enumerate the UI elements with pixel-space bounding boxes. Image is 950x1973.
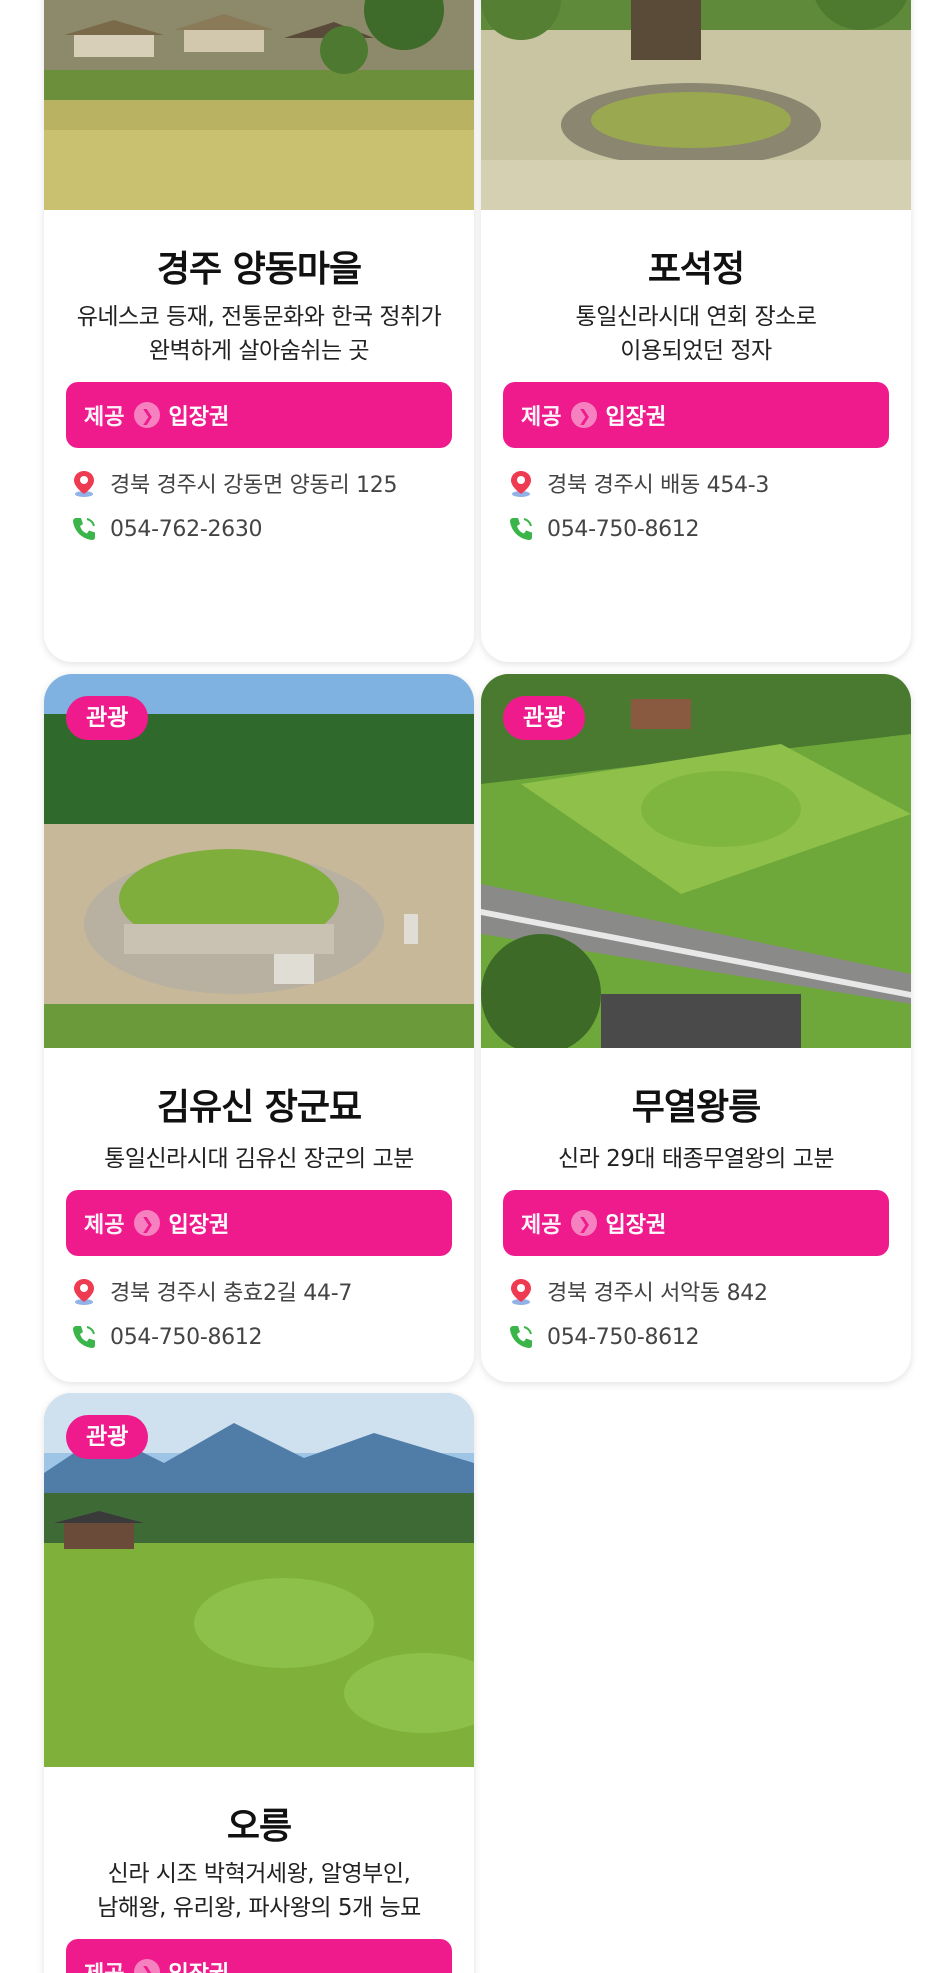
- benefit-label: 입장권: [168, 1956, 229, 1973]
- description-line: 통일신라시대 연회 장소로: [575, 304, 817, 330]
- benefit-label: 입장권: [605, 405, 667, 430]
- attraction-photo: 관광: [44, 674, 474, 1048]
- contact-info: 경북 경주시 배동 454-3 054-750-8612: [503, 460, 889, 552]
- provide-label: 제공: [84, 1956, 124, 1973]
- address-text: 경북 경주시 충효2길 44-7: [110, 1281, 353, 1306]
- attraction-title: 김유신 장군묘: [156, 1087, 362, 1128]
- chevron-right-icon: ❯: [134, 402, 161, 428]
- benefit-button[interactable]: 제공 ❯ 입장권: [66, 382, 452, 448]
- benefit-button[interactable]: 제공 ❯ 입장권: [66, 1939, 452, 1973]
- benefit-label: 입장권: [605, 1213, 667, 1238]
- attraction-description: 유네스코 등재, 전통문화와 한국 정취가 완벽하게 살아숨쉬는 곳: [66, 300, 452, 368]
- attraction-photo: [481, 0, 911, 210]
- attraction-card[interactable]: 포석정 통일신라시대 연회 장소로 이용되었던 정자 제공 ❯ 입장권 경북 경…: [481, 0, 911, 662]
- description-line: 완벽하게 살아숨쉬는 곳: [148, 338, 370, 364]
- attraction-photo: [44, 0, 474, 210]
- attraction-description: 통일신라시대 김유신 장군의 고분: [66, 1142, 452, 1176]
- attraction-card[interactable]: 관광 김유신 장군묘 통일신라시대 김유신 장군의 고분 제공 ❯ 입장권 경북…: [44, 674, 474, 1382]
- contact-info: 경북 경주시 충효2길 44-7 054-750-8612: [66, 1268, 452, 1360]
- chevron-right-icon: ❯: [134, 1959, 161, 1973]
- description-line: 신라 29대 태종무열왕의 고분: [558, 1146, 834, 1172]
- phone-row[interactable]: 054-750-8612: [507, 1314, 885, 1360]
- address-row: 경북 경주시 배동 454-3: [507, 460, 885, 506]
- attraction-photo: 관광: [44, 1393, 474, 1767]
- attraction-title: 경주 양동마을: [156, 249, 362, 290]
- location-pin-icon: [511, 471, 531, 497]
- phone-row[interactable]: 054-750-8612: [70, 1314, 448, 1360]
- provide-label: 제공: [84, 405, 125, 430]
- category-badge: 관광: [66, 1415, 149, 1459]
- description-line: 이용되었던 정자: [620, 338, 772, 364]
- attraction-description: 신라 시조 박혁거세왕, 알영부인, 남해왕, 유리왕, 파사왕의 5개 능묘: [66, 1857, 452, 1925]
- benefit-label: 입장권: [168, 405, 230, 430]
- attraction-list: 경주 양동마을 유네스코 등재, 전통문화와 한국 정취가 완벽하게 살아숨쉬는…: [0, 0, 950, 1973]
- benefit-button[interactable]: 제공 ❯ 입장권: [503, 1190, 889, 1256]
- phone-icon: [73, 518, 95, 540]
- category-badge: 관광: [66, 696, 149, 740]
- benefit-button[interactable]: 제공 ❯ 입장권: [66, 1190, 452, 1256]
- address-text: 경북 경주시 서악동 842: [547, 1281, 768, 1306]
- phone-icon: [73, 1326, 95, 1348]
- phone-text: 054-750-8612: [110, 1324, 263, 1350]
- contact-info: 경북 경주시 서악동 842 054-750-8612: [503, 1268, 889, 1360]
- chevron-right-icon: ❯: [134, 1210, 161, 1236]
- address-text: 경북 경주시 강동면 양동리 125: [110, 473, 398, 498]
- benefit-button[interactable]: 제공 ❯ 입장권: [503, 382, 889, 448]
- address-row: 경북 경주시 강동면 양동리 125: [70, 460, 448, 506]
- attraction-card[interactable]: 경주 양동마을 유네스코 등재, 전통문화와 한국 정취가 완벽하게 살아숨쉬는…: [44, 0, 474, 662]
- phone-row[interactable]: 054-762-2630: [70, 506, 448, 552]
- location-pin-icon: [74, 1279, 94, 1305]
- address-text: 경북 경주시 배동 454-3: [547, 473, 770, 498]
- phone-text: 054-762-2630: [110, 516, 263, 542]
- contact-info: 경북 경주시 강동면 양동리 125 054-762-2630: [66, 460, 452, 552]
- category-badge: 관광: [503, 696, 586, 740]
- provide-label: 제공: [84, 1213, 125, 1238]
- description-line: 유네스코 등재, 전통문화와 한국 정취가: [76, 304, 442, 330]
- benefit-label: 입장권: [168, 1213, 230, 1238]
- address-row: 경북 경주시 충효2길 44-7: [70, 1268, 448, 1314]
- description-line: 남해왕, 유리왕, 파사왕의 5개 능묘: [97, 1895, 421, 1921]
- attraction-title: 포석정: [647, 249, 745, 290]
- provide-label: 제공: [521, 405, 562, 430]
- attraction-description: 통일신라시대 연회 장소로 이용되었던 정자: [503, 300, 889, 368]
- provide-label: 제공: [521, 1213, 562, 1238]
- phone-row[interactable]: 054-750-8612: [507, 506, 885, 552]
- chevron-right-icon: ❯: [571, 402, 598, 428]
- attraction-description: 신라 29대 태종무열왕의 고분: [503, 1142, 889, 1176]
- attraction-card[interactable]: 관광 무열왕릉 신라 29대 태종무열왕의 고분 제공 ❯ 입장권 경북 경주시…: [481, 674, 911, 1382]
- attraction-title: 오릉: [226, 1806, 292, 1847]
- description-line: 신라 시조 박혁거세왕, 알영부인,: [107, 1861, 411, 1887]
- attraction-photo: 관광: [481, 674, 911, 1048]
- phone-text: 054-750-8612: [547, 1324, 700, 1350]
- attraction-title: 무열왕릉: [631, 1087, 761, 1128]
- location-pin-icon: [74, 471, 94, 497]
- address-row: 경북 경주시 서악동 842: [507, 1268, 885, 1314]
- phone-icon: [510, 1326, 532, 1348]
- attraction-card[interactable]: 관광 오릉 신라 시조 박혁거세왕, 알영부인, 남해왕, 유리왕, 파사왕의 …: [44, 1393, 474, 1973]
- location-pin-icon: [511, 1279, 531, 1305]
- phone-icon: [510, 518, 532, 540]
- phone-text: 054-750-8612: [547, 516, 700, 542]
- description-line: 통일신라시대 김유신 장군의 고분: [104, 1146, 414, 1172]
- chevron-right-icon: ❯: [571, 1210, 598, 1236]
